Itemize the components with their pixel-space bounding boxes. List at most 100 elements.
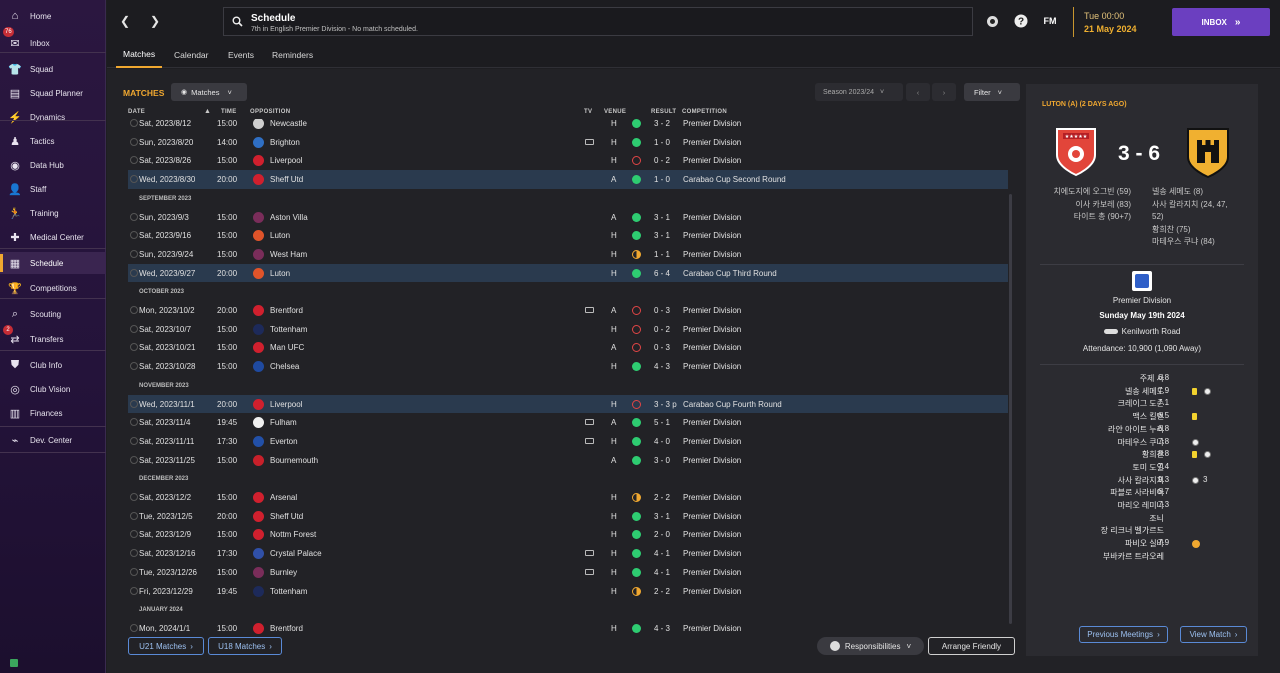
view-dropdown[interactable]: ◉ Matches ˅ bbox=[171, 83, 247, 101]
row-select-icon[interactable] bbox=[130, 623, 138, 632]
row-select-icon[interactable] bbox=[130, 436, 138, 445]
table-row[interactable]: Wed, 2023/11/1 20:00 Liverpool H 3 - 3 p Cara… bbox=[128, 394, 1008, 414]
tab-reminders[interactable]: Reminders bbox=[272, 42, 313, 68]
help-icon[interactable]: ? bbox=[1013, 13, 1029, 29]
opponent-crest-icon[interactable] bbox=[253, 398, 264, 410]
opponent-crest-icon[interactable] bbox=[253, 342, 264, 354]
col-tv[interactable]: TV bbox=[584, 109, 592, 115]
opponent-crest-icon[interactable] bbox=[253, 417, 264, 429]
forward-button[interactable]: ❯ bbox=[147, 12, 163, 30]
row-select-icon[interactable] bbox=[130, 586, 138, 595]
opponent-crest-icon[interactable] bbox=[253, 361, 264, 373]
competition-logo-icon[interactable] bbox=[1132, 271, 1152, 291]
row-select-icon[interactable] bbox=[130, 362, 138, 371]
sidebar-item-data-hub[interactable]: ◉ Data Hub bbox=[0, 154, 106, 176]
inbox-continue-button[interactable]: INBOX » bbox=[1172, 8, 1270, 36]
tab-events[interactable]: Events bbox=[228, 42, 254, 68]
sidebar-item-training[interactable]: 🏃 Training bbox=[0, 202, 106, 224]
row-select-icon[interactable] bbox=[130, 418, 138, 427]
table-row[interactable]: Fri, 2023/12/29 19:45 Tottenham H 2 - 2 Premi… bbox=[128, 582, 1008, 601]
opponent-crest-icon[interactable] bbox=[253, 155, 264, 167]
table-row[interactable]: Sat, 2023/8/26 15:00 Liverpool H 0 - 2 Premie… bbox=[128, 151, 1008, 170]
sidebar-item-club-vision[interactable]: ◎ Club Vision bbox=[0, 378, 106, 400]
sidebar-item-competitions[interactable]: 🏆 Competitions bbox=[0, 277, 106, 299]
row-select-icon[interactable] bbox=[130, 530, 138, 539]
sidebar-item-squad-planner[interactable]: ▤ Squad Planner bbox=[0, 82, 106, 104]
cell-opp[interactable]: Luton bbox=[270, 269, 290, 278]
sidebar-item-squad[interactable]: 👕 Squad bbox=[0, 58, 106, 80]
table-row[interactable]: Sat, 2023/12/16 17:30 Crystal Palace H 4 - 1… bbox=[128, 544, 1008, 563]
sidebar-item-schedule[interactable]: ▦ Schedule bbox=[0, 252, 106, 274]
u18-matches-button[interactable]: U18 Matches › bbox=[208, 637, 282, 655]
table-row[interactable]: Sat, 2023/12/2 15:00 Arsenal H 2 - 2 Premier … bbox=[128, 488, 1008, 507]
game-date[interactable]: Tue 00:00 21 May 2024 bbox=[1073, 7, 1163, 37]
table-row[interactable]: Sat, 2023/9/16 15:00 Luton H 3 - 1 Premier Di… bbox=[128, 226, 1008, 245]
table-row[interactable]: Sat, 2023/10/7 15:00 Tottenham H 0 - 2 Premie… bbox=[128, 320, 1008, 339]
table-row[interactable]: Sat, 2023/8/12 15:00 Newcastle H 3 - 2 Premie… bbox=[128, 119, 1008, 133]
cell-opp[interactable]: Everton bbox=[270, 437, 298, 446]
row-select-icon[interactable] bbox=[130, 137, 138, 146]
cell-opp[interactable]: Crystal Palace bbox=[270, 549, 322, 558]
table-row[interactable]: Sat, 2023/10/21 15:00 Man UFC A 0 - 3 Premier… bbox=[128, 338, 1008, 357]
sidebar-item-dynamics[interactable]: ⚡ Dynamics bbox=[0, 106, 106, 128]
rating-player-name[interactable]: 장 리크너 벨가르드 bbox=[1101, 525, 1164, 537]
cell-opp[interactable]: Brentford bbox=[270, 306, 303, 315]
sidebar-item-staff[interactable]: 👤 Staff bbox=[0, 178, 106, 200]
sidebar-item-finances[interactable]: ▥ Finances bbox=[0, 402, 106, 424]
row-select-icon[interactable] bbox=[130, 175, 138, 184]
cell-opp[interactable]: Brighton bbox=[270, 138, 300, 147]
cell-opp[interactable]: Newcastle bbox=[270, 119, 307, 128]
cell-opp[interactable]: Man UFC bbox=[270, 343, 304, 352]
table-scrollbar[interactable] bbox=[1009, 194, 1012, 624]
col-time[interactable]: TIME bbox=[221, 109, 237, 115]
rating-player-name[interactable]: 부바카르 트라오레 bbox=[1103, 551, 1164, 563]
row-select-icon[interactable] bbox=[130, 493, 138, 501]
sidebar-item-dev-center[interactable]: ⌁ Dev. Center bbox=[0, 429, 106, 451]
sidebar-item-transfers[interactable]: ⇄ Transfers bbox=[0, 328, 106, 350]
cell-opp[interactable]: Liverpool bbox=[270, 400, 302, 409]
table-row[interactable]: Mon, 2024/1/1 15:00 Brentford H 4 - 3 Premier… bbox=[128, 619, 1008, 634]
u21-matches-button[interactable]: U21 Matches › bbox=[128, 637, 204, 655]
table-row[interactable]: Sun, 2023/9/3 15:00 Aston Villa A 3 - 1 Premi… bbox=[128, 208, 1008, 227]
arrange-friendly-button[interactable]: Arrange Friendly bbox=[928, 637, 1015, 655]
cell-opp[interactable]: Luton bbox=[270, 231, 290, 240]
season-dropdown[interactable]: Season 2023/24 ˅ bbox=[815, 83, 903, 101]
cell-opp[interactable]: Sheff Utd bbox=[270, 512, 303, 521]
fm-menu-button[interactable]: FM bbox=[1040, 13, 1060, 29]
opponent-crest-icon[interactable] bbox=[253, 566, 264, 578]
opponent-crest-icon[interactable] bbox=[253, 267, 264, 279]
opponent-crest-icon[interactable] bbox=[253, 548, 264, 560]
opponent-crest-icon[interactable] bbox=[253, 622, 264, 634]
table-row[interactable]: Sat, 2023/11/11 17:30 Everton H 4 - 0 Premier… bbox=[128, 432, 1008, 451]
table-row[interactable]: Sat, 2023/11/4 19:45 Fulham A 5 - 1 Premier D… bbox=[128, 413, 1008, 432]
opponent-crest-icon[interactable] bbox=[253, 585, 264, 597]
row-select-icon[interactable] bbox=[130, 455, 138, 464]
row-select-icon[interactable] bbox=[130, 511, 138, 520]
cell-opp[interactable]: West Ham bbox=[270, 250, 307, 259]
opponent-crest-icon[interactable] bbox=[253, 323, 264, 335]
rating-player-name[interactable]: 라얀 아이트 누리 bbox=[1108, 424, 1164, 436]
row-select-icon[interactable] bbox=[130, 212, 138, 221]
sidebar-item-medical-center[interactable]: ✚ Medical Center bbox=[0, 226, 106, 248]
row-select-icon[interactable] bbox=[130, 343, 138, 352]
opponent-crest-icon[interactable] bbox=[253, 136, 264, 148]
cell-opp[interactable]: Burnley bbox=[270, 568, 297, 577]
table-row[interactable]: Sun, 2023/8/20 14:00 Brighton H 1 - 0 Premier… bbox=[128, 133, 1008, 152]
row-select-icon[interactable] bbox=[130, 399, 138, 408]
table-row[interactable]: Tue, 2023/12/5 20:00 Sheff Utd H 3 - 1 Premie… bbox=[128, 507, 1008, 526]
table-row[interactable]: Sun, 2023/9/24 15:00 West Ham H 1 - 1 Premier… bbox=[128, 245, 1008, 264]
opponent-crest-icon[interactable] bbox=[253, 454, 264, 466]
row-select-icon[interactable] bbox=[130, 249, 138, 258]
settings-icon[interactable] bbox=[10, 659, 18, 667]
table-row[interactable]: Sat, 2023/12/9 15:00 Nottm Forest H 2 - 0 Pre… bbox=[128, 525, 1008, 544]
cell-opp[interactable]: Sheff Utd bbox=[270, 175, 303, 184]
col-competition[interactable]: COMPETITION bbox=[682, 109, 727, 115]
cell-opp[interactable]: Fulham bbox=[270, 418, 297, 427]
table-row[interactable]: Tue, 2023/12/26 15:00 Burnley H 4 - 1 Premier… bbox=[128, 563, 1008, 582]
sidebar-item-inbox[interactable]: ✉ Inbox bbox=[0, 32, 106, 54]
opponent-crest-icon[interactable] bbox=[253, 174, 264, 186]
cell-opp[interactable]: Bournemouth bbox=[270, 456, 318, 465]
cell-opp[interactable]: Brentford bbox=[270, 624, 303, 633]
tab-matches[interactable]: Matches bbox=[116, 42, 163, 68]
opponent-crest-icon[interactable] bbox=[253, 211, 264, 223]
